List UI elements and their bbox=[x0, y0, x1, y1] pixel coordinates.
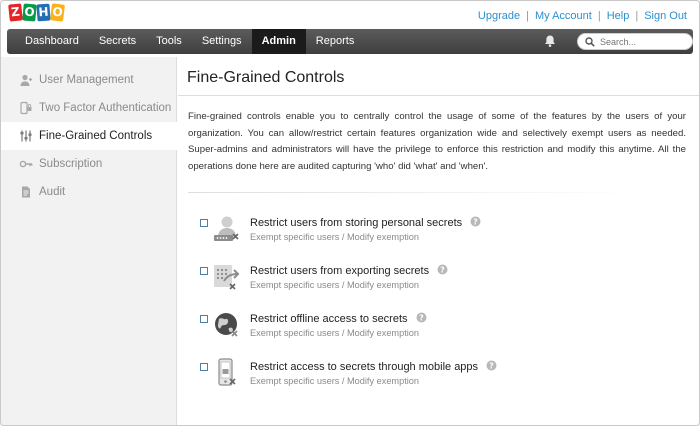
sidebar-item-fine-grained-controls[interactable]: Fine-Grained Controls bbox=[1, 122, 178, 150]
option-mobile-access: Restrict access to secrets through mobil… bbox=[200, 358, 680, 399]
option-title: Restrict offline access to secrets? bbox=[250, 312, 427, 325]
nav-tools[interactable]: Tools bbox=[146, 29, 192, 54]
two-factor-icon bbox=[20, 101, 32, 115]
offline-access-checkbox[interactable] bbox=[200, 315, 208, 323]
logo-letter: O bbox=[22, 3, 37, 22]
option-title-text: Restrict access to secrets through mobil… bbox=[250, 361, 479, 373]
option-offline-access: Restrict offline access to secrets? Exem… bbox=[200, 311, 680, 351]
search-icon[interactable] bbox=[585, 37, 595, 47]
description-divider bbox=[188, 192, 638, 193]
sidebar-item-label: Audit bbox=[39, 186, 66, 198]
help-icon[interactable]: ? bbox=[416, 312, 427, 323]
page-description: Fine-grained controls enable you to cent… bbox=[188, 111, 686, 172]
nav-dashboard[interactable]: Dashboard bbox=[15, 29, 89, 54]
svg-text:?: ? bbox=[419, 313, 424, 322]
exempt-users-link[interactable]: Exempt specific users / Modify exemption bbox=[250, 232, 419, 242]
option-title: Restrict access to secrets through mobil… bbox=[250, 360, 497, 373]
zoho-logo[interactable]: Z O H O bbox=[8, 3, 65, 22]
sign-out-link[interactable]: Sign Out bbox=[644, 10, 687, 22]
help-icon[interactable]: ? bbox=[470, 216, 481, 227]
sidebar-item-user-management[interactable]: User Management bbox=[1, 66, 177, 94]
svg-text:?: ? bbox=[489, 361, 494, 370]
search-input[interactable] bbox=[600, 35, 688, 48]
my-account-link[interactable]: My Account bbox=[535, 10, 592, 22]
upgrade-link[interactable]: Upgrade bbox=[478, 10, 520, 22]
link-separator: | bbox=[597, 10, 601, 22]
help-icon[interactable]: ? bbox=[486, 360, 497, 371]
exporting-secrets-checkbox[interactable] bbox=[200, 267, 208, 275]
option-title-text: Restrict users from exporting secrets bbox=[250, 265, 430, 277]
svg-text:?: ? bbox=[473, 217, 478, 226]
page-title: Fine-Grained Controls bbox=[187, 69, 345, 86]
personal-secrets-icon bbox=[214, 216, 239, 241]
sidebar-item-label: User Management bbox=[39, 74, 134, 86]
mobile-access-checkbox[interactable] bbox=[200, 363, 208, 371]
logo-letter: Z bbox=[8, 3, 23, 22]
exempt-users-link[interactable]: Exempt specific users / Modify exemption bbox=[250, 280, 419, 290]
link-separator: | bbox=[526, 10, 529, 22]
help-link[interactable]: Help bbox=[607, 10, 630, 22]
mobile-access-icon bbox=[218, 358, 236, 386]
option-title-text: Restrict users from storing personal sec… bbox=[250, 217, 463, 229]
option-title-text: Restrict offline access to secrets bbox=[250, 313, 408, 325]
document-icon bbox=[22, 186, 30, 198]
sidebar-item-two-factor-authentication[interactable]: Two Factor Authentication bbox=[1, 94, 177, 122]
main-nav: Dashboard Secrets Tools Settings Admin R… bbox=[7, 29, 693, 54]
nav-settings[interactable]: Settings bbox=[192, 29, 252, 54]
sidebar-item-label: Fine-Grained Controls bbox=[39, 130, 153, 142]
main-panel: Fine-Grained Controls Fine-grained contr… bbox=[178, 57, 699, 425]
nav-secrets[interactable]: Secrets bbox=[89, 29, 146, 54]
help-icon[interactable]: ? bbox=[437, 264, 448, 275]
bell-icon[interactable] bbox=[543, 34, 557, 48]
export-secrets-icon bbox=[214, 265, 240, 290]
nav-reports[interactable]: Reports bbox=[306, 29, 365, 54]
exempt-users-link[interactable]: Exempt specific users / Modify exemption bbox=[250, 376, 419, 386]
nav-admin[interactable]: Admin bbox=[251, 29, 306, 54]
sidebar-item-audit[interactable]: Audit bbox=[1, 178, 177, 206]
exempt-users-link[interactable]: Exempt specific users / Modify exemption bbox=[250, 328, 419, 338]
sidebar-item-subscription[interactable]: Subscription bbox=[1, 150, 177, 178]
link-separator: | bbox=[635, 10, 639, 22]
sidebar-item-label: Two Factor Authentication bbox=[39, 102, 172, 114]
key-icon bbox=[19, 160, 33, 168]
user-icon bbox=[20, 74, 32, 86]
option-exporting-secrets: Restrict users from exporting secrets? E… bbox=[200, 263, 680, 303]
logo-letter: O bbox=[50, 3, 65, 22]
option-title: Restrict users from storing personal sec… bbox=[250, 216, 481, 229]
app-window: Z O H O Upgrade | My Account | Help | Si… bbox=[0, 0, 700, 426]
sidebar: User Management Two Factor Authenticatio… bbox=[1, 57, 178, 425]
personal-secrets-checkbox[interactable] bbox=[200, 219, 208, 227]
svg-text:?: ? bbox=[440, 265, 445, 274]
offline-access-icon bbox=[215, 313, 238, 337]
logo-letter: H bbox=[36, 3, 51, 22]
option-personal-secrets: Restrict users from storing personal sec… bbox=[200, 215, 680, 255]
top-links: Upgrade | My Account | Help | Sign Out bbox=[478, 10, 687, 22]
title-divider bbox=[178, 95, 699, 96]
sliders-icon bbox=[20, 130, 32, 142]
top-bar: Z O H O Upgrade | My Account | Help | Si… bbox=[1, 1, 699, 29]
search-box bbox=[577, 33, 693, 50]
sidebar-item-label: Subscription bbox=[39, 158, 103, 170]
option-title: Restrict users from exporting secrets? bbox=[250, 264, 448, 277]
